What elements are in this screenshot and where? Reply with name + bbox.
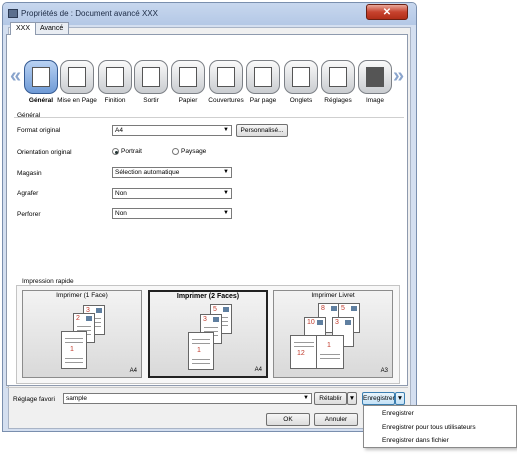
icon-label: Sortir (143, 97, 159, 104)
orientation-label: Orientation original (17, 149, 72, 156)
paper-size: A3 (380, 368, 388, 374)
general-icon (24, 60, 58, 94)
finishing-icon (98, 60, 132, 94)
printer-icon (8, 9, 18, 18)
page-number: 3 (335, 319, 339, 326)
page-number: 5 (341, 305, 345, 312)
page-number: 1 (327, 342, 331, 349)
window-title: Propriétés de : Document avancé XXX (21, 9, 158, 18)
perforer-value: Non (115, 210, 127, 217)
card-title: Imprimer (1 Face) (56, 292, 108, 299)
enregistrer-button[interactable]: Enregistrer (362, 392, 395, 405)
icon-image[interactable]: Image (355, 60, 395, 108)
output-icon (134, 60, 168, 94)
scroll-left-icon[interactable]: « (10, 66, 21, 86)
close-button[interactable]: ✕ (366, 4, 408, 20)
icon-label: Image (365, 97, 385, 104)
cover-icon (209, 60, 243, 94)
portrait-label: Portrait (121, 148, 142, 155)
icon-papier[interactable]: Papier (168, 60, 208, 108)
settings-icon (321, 60, 355, 94)
icon-label: Papier (178, 97, 198, 104)
menu-item-enregistrer-tous[interactable]: Enregistrer pour tous utilisateurs (382, 424, 476, 431)
enregistrer-menu: Enregistrer Enregistrer pour tous utilis… (363, 405, 517, 448)
group-separator (14, 117, 404, 118)
page-number: 3 (203, 316, 207, 323)
magasin-dropdown[interactable]: Sélection automatique ▼ (112, 167, 232, 178)
page-number: 2 (76, 315, 80, 322)
favori-value: sample (66, 395, 87, 402)
annuler-button[interactable]: Annuler (314, 413, 358, 426)
paper-size: A4 (254, 367, 262, 373)
page-number: 1 (70, 346, 74, 353)
icon-general[interactable]: Général (21, 60, 61, 108)
image-icon (358, 60, 392, 94)
quick-print-1face[interactable]: Imprimer (1 Face) 3 2 1 A4 (22, 290, 142, 378)
menu-item-enregistrer-fichier[interactable]: Enregistrer dans fichier (382, 437, 449, 444)
agrafer-value: Non (115, 190, 127, 197)
page-number: 10 (307, 319, 315, 326)
chevron-down-icon: ▼ (223, 127, 229, 133)
icon-label: Réglages (324, 97, 352, 104)
icon-label: Général (28, 97, 54, 104)
agrafer-dropdown[interactable]: Non ▼ (112, 188, 232, 199)
icon-label: Couvertures (208, 97, 244, 104)
chevron-down-icon: ▼ (396, 395, 404, 402)
quick-print-2faces[interactable]: Imprimer (2 Faces) 5 3 1 A4 (148, 290, 268, 378)
custom-size-button[interactable]: Personnalisé... (236, 124, 288, 137)
icon-finition[interactable]: Finition (95, 60, 135, 108)
quick-print-livret[interactable]: Imprimer Livret 8 5 10 3 12 1 A3 (273, 290, 393, 378)
retablir-menu-button[interactable]: ▼ (347, 392, 357, 405)
icon-couvertures[interactable]: Couvertures (206, 60, 246, 108)
format-dropdown[interactable]: A4 ▼ (112, 125, 232, 136)
chevron-down-icon: ▼ (303, 395, 309, 401)
icon-mise-en-page[interactable]: Mise en Page (57, 60, 97, 108)
menu-item-enregistrer[interactable]: Enregistrer (382, 410, 414, 417)
format-label: Format original (17, 127, 61, 134)
chevron-down-icon: ▼ (223, 169, 229, 175)
bottom-separator (6, 387, 408, 388)
retablir-button[interactable]: Rétablir (314, 392, 347, 405)
magasin-value: Sélection automatique (115, 169, 180, 176)
perforer-label: Perforer (17, 211, 41, 218)
page-number: 12 (297, 350, 305, 357)
icon-label: Onglets (289, 97, 313, 104)
icon-par-page[interactable]: Par page (243, 60, 283, 108)
icon-sortir[interactable]: Sortir (131, 60, 171, 108)
icon-label: Mise en Page (57, 97, 97, 104)
tabs-icon (284, 60, 318, 94)
page-number: 5 (213, 306, 217, 313)
chevron-down-icon: ▼ (348, 395, 356, 402)
favori-label: Réglage favori (13, 396, 55, 403)
chevron-down-icon: ▼ (223, 210, 229, 216)
perforer-dropdown[interactable]: Non ▼ (112, 208, 232, 219)
card-title: Imprimer Livret (311, 292, 355, 299)
page-number: 1 (197, 347, 201, 354)
chevron-down-icon: ▼ (223, 190, 229, 196)
paper-icon (171, 60, 205, 94)
ok-button[interactable]: OK (266, 413, 310, 426)
paper-size: A4 (129, 368, 137, 374)
quick-print-label: Impression rapide (22, 278, 74, 285)
icon-reglages[interactable]: Réglages (318, 60, 358, 108)
magasin-label: Magasin (17, 170, 42, 177)
enregistrer-menu-button[interactable]: ▼ (395, 392, 405, 405)
tab-avance[interactable]: Avancé (34, 22, 70, 34)
tab-xxx[interactable]: XXX (10, 22, 37, 35)
layout-icon (60, 60, 94, 94)
favori-dropdown[interactable]: sample ▼ (63, 393, 312, 404)
icon-label: Par page (249, 97, 277, 104)
icon-label: Finition (104, 97, 126, 104)
paysage-radio[interactable] (172, 148, 179, 155)
agrafer-label: Agrafer (17, 190, 39, 197)
format-value: A4 (115, 127, 123, 134)
page-number: 8 (321, 305, 325, 312)
icon-onglets[interactable]: Onglets (281, 60, 321, 108)
portrait-radio[interactable] (112, 148, 119, 155)
paysage-label: Paysage (181, 148, 207, 155)
per-page-icon (246, 60, 280, 94)
card-title: Imprimer (2 Faces) (176, 293, 240, 300)
